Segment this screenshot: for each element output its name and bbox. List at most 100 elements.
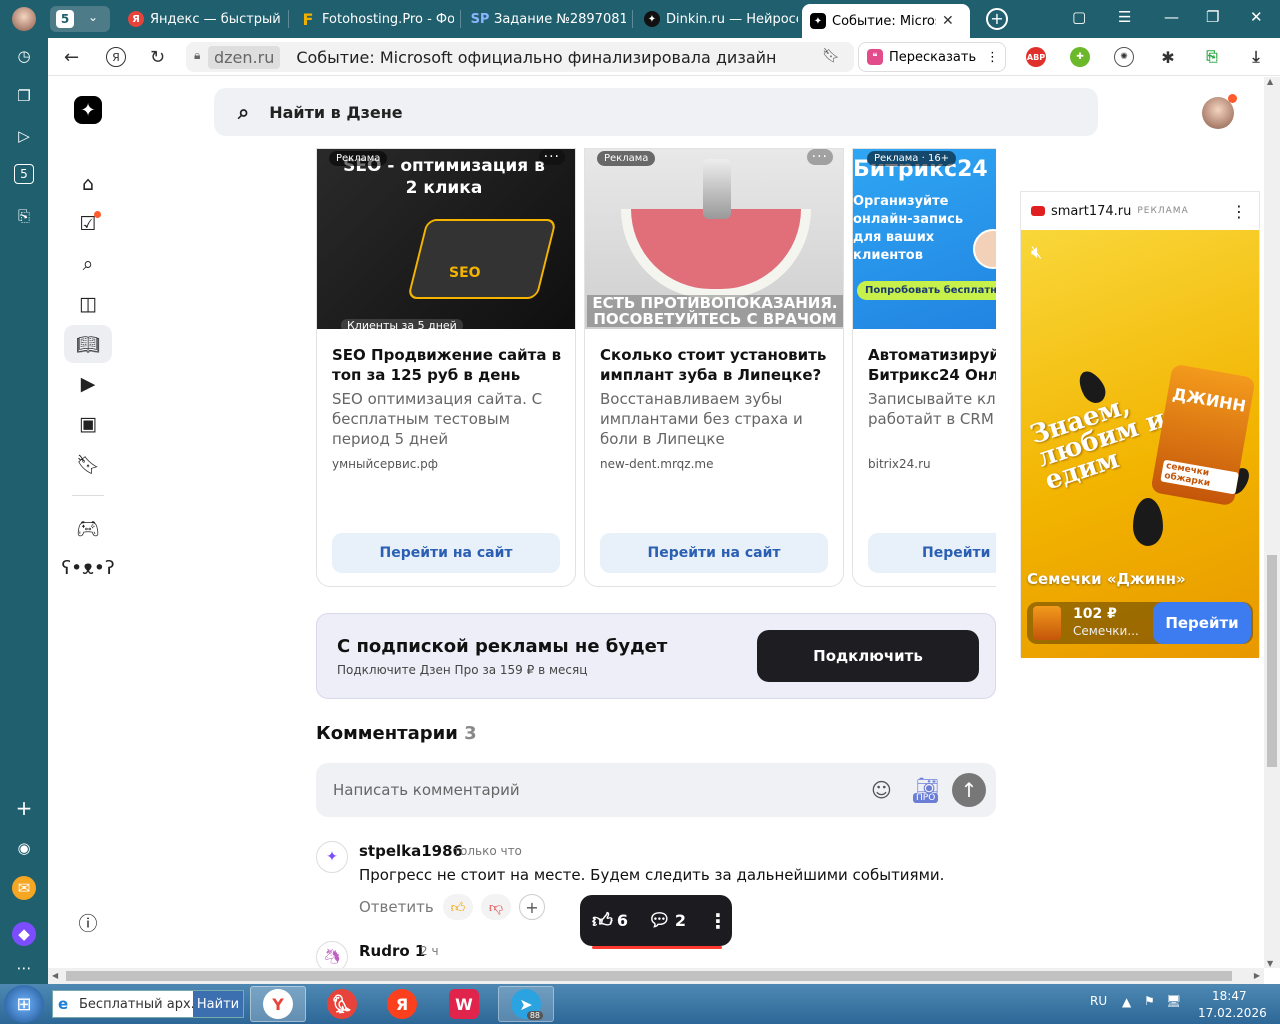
taskbar-search-button[interactable]: Найти	[193, 991, 243, 1017]
thumbs-down-icon[interactable]: 👎︎	[481, 894, 511, 920]
ad-domain[interactable]: new-dent.mrqz.me	[600, 457, 713, 471]
studio-icon[interactable]: ◫	[64, 285, 112, 323]
commenter-avatar[interactable]: ✦	[316, 841, 348, 873]
games-icon[interactable]: 🎮︎	[64, 509, 112, 547]
ad-image-bitrix[interactable]: Битрикс24 Организуйте онлайн-запись для …	[853, 149, 996, 329]
tab-dinkin[interactable]: ✦ Dinkin.ru — Нейросет	[636, 4, 798, 34]
download-icon[interactable]: ⤓	[1246, 47, 1266, 67]
right-ad[interactable]: smart174.ru РЕКЛАМА ⋮ 🔇︎ Знаем, любим и …	[1020, 191, 1260, 658]
comment-author[interactable]: stpelka1986	[359, 842, 463, 860]
more-icon[interactable]: ⋮	[1231, 202, 1247, 221]
restore-icon[interactable]: ❐	[1206, 8, 1219, 26]
tray-expand-icon[interactable]: ▲	[1122, 995, 1131, 1009]
video-icon[interactable]: ▶	[64, 365, 112, 403]
adblock-icon[interactable]: ABP	[1026, 47, 1046, 67]
go-to-site-button[interactable]: Перейти н	[868, 533, 996, 573]
taskbar-search[interactable]: e Бесплатный арх... Найти	[52, 990, 244, 1018]
wildberries-app[interactable]: W	[436, 986, 492, 1022]
ad-headline[interactable]: Сколько стоит установить имплант зуба в …	[600, 345, 830, 385]
url-field[interactable]: 🔒︎ dzen.ru Событие: Microsoft официально…	[186, 42, 854, 72]
ad-headline[interactable]: SEO Продвижение сайта в топ за 125 руб в…	[332, 345, 562, 385]
new-tab-button[interactable]: +	[986, 8, 1008, 30]
bookmarks-icon[interactable]: 🔖︎	[64, 445, 112, 483]
send-button[interactable]: ↑	[952, 773, 986, 807]
comment-author[interactable]: Rudro 1	[359, 942, 425, 960]
scrollbar-thumb[interactable]	[66, 971, 1232, 981]
tab-zadanie[interactable]: SP Задание №2897081 -	[464, 4, 626, 34]
scroll-right-icon[interactable]: ▶	[1254, 971, 1260, 980]
yandex-app[interactable]: Я	[374, 986, 430, 1022]
tab-dzen-active[interactable]: ✦ Событие: Microsof ✕	[802, 4, 970, 38]
scroll-left-icon[interactable]: ◀	[52, 971, 58, 980]
ad-image-implant[interactable]: ЕСТЬ ПРОТИВОПОКАЗАНИЯ. ПОСОВЕТУЙТЕСЬ С В…	[585, 149, 843, 329]
comment-input[interactable]: Написать комментарий ☺ 📷︎ ПРО ↑	[316, 763, 996, 817]
subscribe-button[interactable]: Подключить	[757, 630, 979, 682]
user-avatar[interactable]	[1202, 94, 1237, 129]
ad-card[interactable]: SEO - оптимизация в 2 клика SEO Клиенты …	[316, 148, 576, 587]
parrot-app[interactable]: 🦜︎	[314, 986, 370, 1022]
sync-icon[interactable]: ⎘	[1202, 47, 1222, 67]
ad-go-button[interactable]: Перейти	[1153, 602, 1251, 644]
mute-icon[interactable]: 🔇︎	[1031, 242, 1042, 263]
play-icon[interactable]: ▷	[12, 124, 36, 148]
like-icon[interactable]: 👍︎	[592, 908, 613, 933]
more-icon[interactable]: ⋯	[12, 956, 36, 980]
menu-icon[interactable]: ☰	[1118, 8, 1131, 26]
extension-green-icon[interactable]: ✚	[1070, 47, 1090, 67]
add-reaction-button[interactable]: +	[519, 894, 545, 920]
network-icon[interactable]: ⚑	[1144, 994, 1155, 1008]
ad-image-seo[interactable]: SEO - оптимизация в 2 клика SEO Клиенты …	[317, 149, 575, 332]
advertiser-domain[interactable]: smart174.ru	[1051, 204, 1131, 219]
language-indicator[interactable]: RU	[1090, 994, 1107, 1008]
commenter-avatar[interactable]: 🦄︎	[316, 941, 348, 968]
kids-icon[interactable]: ʕ•ᴥ•ʔ	[61, 549, 114, 587]
scroll-down-icon[interactable]: ▼	[1267, 959, 1273, 968]
dzen-logo[interactable]: ✦	[74, 96, 102, 124]
reply-button[interactable]: Ответить	[359, 898, 434, 916]
clock-date[interactable]: 17.02.2026	[1198, 1006, 1267, 1020]
ad-headline[interactable]: Автоматизируйте с Битрикс24 Онл	[868, 345, 996, 385]
tab-counter[interactable]: 5 ⌄	[50, 6, 110, 32]
alice-icon[interactable]: ◉	[12, 836, 36, 860]
clock-time[interactable]: 18:47	[1212, 989, 1247, 1003]
close-window-icon[interactable]: ✕	[1250, 8, 1263, 26]
chevron-down-icon[interactable]: ⌄	[88, 10, 98, 24]
bookmark-icon[interactable]: 🔖︎	[822, 48, 840, 64]
tabs-icon[interactable]: ❐	[12, 84, 36, 108]
screenshot-icon[interactable]: ⎘	[12, 204, 36, 228]
shorts-icon[interactable]: ▣	[64, 405, 112, 443]
messenger-icon[interactable]: ◆	[12, 922, 36, 946]
tab-yandex[interactable]: Я Яндекс — быстрый п	[120, 4, 282, 34]
ad-card[interactable]: Битрикс24 Организуйте онлайн-запись для …	[852, 148, 996, 587]
extensions-icon[interactable]: ✱	[1158, 47, 1178, 67]
more-icon[interactable]: ···	[538, 149, 565, 165]
retell-more-icon[interactable]: ⋮	[986, 50, 999, 65]
volume-icon[interactable]: 🖥︎	[1166, 994, 1181, 1008]
home-icon[interactable]: ⌂	[64, 165, 112, 203]
reload-icon[interactable]: ↻	[150, 47, 165, 68]
comments-icon[interactable]: 💬︎	[648, 910, 671, 931]
more-icon[interactable]: ···	[806, 149, 833, 165]
retell-button[interactable]: ❝ Пересказать ⋮	[858, 42, 1006, 72]
right-ad-banner[interactable]: 🔇︎ Знаем, любим и едим ДЖИНН семечки обж…	[1021, 230, 1259, 658]
search-nav-icon[interactable]: ⌕	[64, 245, 112, 283]
scrollbar-thumb[interactable]	[1267, 555, 1277, 767]
counter-icon[interactable]: 5	[14, 164, 34, 184]
start-button[interactable]: ⊞	[4, 985, 44, 1023]
emoji-icon[interactable]: ☺	[871, 778, 892, 802]
go-to-site-button[interactable]: Перейти на сайт	[600, 533, 828, 573]
subscriptions-icon[interactable]: ☑	[64, 205, 112, 243]
back-icon[interactable]: ←	[64, 47, 79, 68]
mail-icon[interactable]: ✉	[12, 876, 36, 900]
close-tab-icon[interactable]: ✕	[942, 13, 954, 29]
ad-card[interactable]: ЕСТЬ ПРОТИВОПОКАЗАНИЯ. ПОСОВЕТУЙТЕСЬ С В…	[584, 148, 844, 587]
articles-icon[interactable]: 📖︎	[64, 325, 112, 363]
profile-avatar[interactable]	[12, 7, 36, 31]
go-to-site-button[interactable]: Перейти на сайт	[332, 533, 560, 573]
yandex-browser-app[interactable]: Y	[250, 986, 306, 1022]
ad-domain[interactable]: умныйсервис.рф	[332, 457, 438, 471]
history-icon[interactable]: ◷	[12, 44, 36, 68]
yandex-home-icon[interactable]: Я	[106, 47, 126, 67]
chatgpt-icon[interactable]: ✺	[1114, 47, 1134, 67]
telegram-app[interactable]: ➤ 88	[498, 986, 554, 1022]
